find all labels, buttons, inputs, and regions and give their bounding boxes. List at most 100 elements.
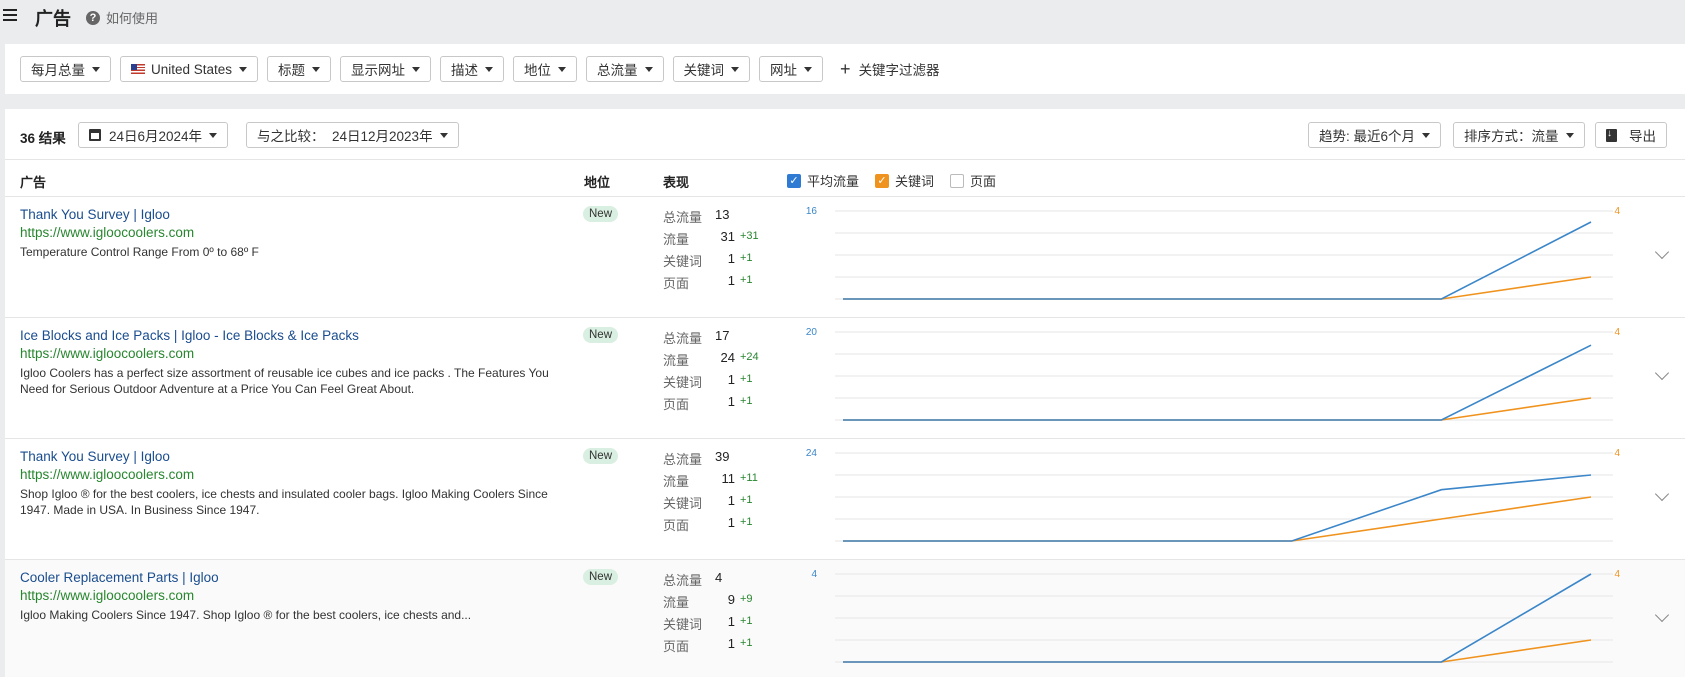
ad-url[interactable]: https://www.igloocoolers.com	[20, 346, 194, 361]
ad-description: Temperature Control Range From 0º to 68º…	[20, 245, 259, 259]
performance-stats: 总流量 4 流量 9 +9 关键词 1 +1 页面 1 +1	[663, 570, 753, 658]
filter-position[interactable]: 地位	[513, 56, 578, 82]
ad-url[interactable]: https://www.igloocoolers.com	[20, 588, 194, 603]
caret-down-icon	[731, 66, 740, 72]
col-performance: 表现	[663, 175, 690, 190]
stat-label: 关键词	[663, 617, 703, 632]
stat-value: 24	[720, 350, 735, 365]
y-axis-max-right: 4	[1614, 448, 1620, 459]
trend-dropdown[interactable]: 趋势: 最近6个月	[1308, 122, 1442, 148]
stat-delta: +24	[740, 351, 759, 363]
stat-value: 1	[727, 515, 735, 530]
ad-description: Igloo Coolers has a perfect size assortm…	[20, 366, 549, 396]
stat-label: 流量	[663, 232, 690, 247]
stat-label: 流量	[663, 595, 690, 610]
stat-label: 总流量	[663, 331, 703, 346]
series-line-traffic	[843, 474, 1592, 542]
legend-avg-traffic[interactable]: ✓ 平均流量	[787, 171, 859, 190]
y-axis-max-right: 4	[1614, 206, 1620, 217]
ad-title-link[interactable]: Cooler Replacement Parts | Igloo	[20, 570, 219, 585]
stat-value: 1	[727, 394, 735, 409]
compare-date-picker[interactable]: 与之比较： 24日12月2023年	[246, 122, 459, 148]
caret-down-icon	[239, 66, 248, 72]
stat-value: 39	[715, 449, 730, 464]
filter-country[interactable]: United States	[120, 56, 259, 82]
caret-down-icon	[485, 66, 494, 72]
top-header: 广告 ? 如何使用	[0, 0, 1685, 34]
stat-label: 关键词	[663, 254, 703, 269]
y-axis-max-left: 24	[806, 448, 818, 459]
stat-delta: +1	[740, 615, 753, 627]
caret-down-icon	[644, 66, 653, 72]
checkbox-empty-icon	[950, 173, 964, 188]
stat-label: 流量	[663, 474, 690, 489]
stat-delta: +9	[740, 593, 753, 605]
export-button[interactable]: 导出	[1595, 122, 1667, 148]
stat-value: 4	[715, 570, 723, 585]
ad-description: Shop Igloo ® for the best coolers, ice c…	[20, 487, 548, 517]
stat-value: 1	[727, 251, 735, 266]
caret-down-icon	[412, 66, 421, 72]
trend-chart: 24 4	[806, 448, 1620, 542]
stat-label: 总流量	[663, 573, 703, 588]
legend-keywords[interactable]: ✓ 关键词	[875, 171, 934, 190]
ad-title-link[interactable]: Ice Blocks and Ice Packs | Igloo - Ice B…	[20, 328, 359, 343]
stat-delta: +1	[740, 274, 753, 286]
new-badge: New	[583, 327, 619, 343]
ad-title-link[interactable]: Thank You Survey | Igloo	[20, 449, 170, 464]
stat-value: 17	[715, 328, 730, 343]
question-icon: ?	[86, 10, 100, 25]
legend-pages[interactable]: 页面	[950, 171, 996, 190]
col-ad: 广告	[20, 175, 47, 190]
export-icon	[1606, 128, 1617, 142]
chevron-down-icon[interactable]	[1654, 244, 1670, 260]
checkbox-checked-icon: ✓	[875, 173, 889, 188]
ad-row: Ice Blocks and Ice Packs | Igloo - Ice B…	[5, 318, 1685, 439]
stat-value: 13	[715, 207, 730, 222]
sort-dropdown[interactable]: 排序方式：流量	[1453, 122, 1585, 148]
stat-value: 1	[727, 614, 735, 629]
stat-label: 流量	[663, 353, 690, 368]
performance-stats: 总流量 13 流量 31 +31 关键词 1 +1 页面 1 +1	[663, 207, 759, 295]
filter-display-url[interactable]: 显示网址	[340, 56, 432, 82]
stat-delta: +11	[740, 472, 758, 484]
help-link[interactable]: ? 如何使用	[86, 8, 158, 27]
stat-value: 1	[727, 636, 735, 651]
stat-delta: +1	[740, 252, 753, 264]
stat-label: 关键词	[663, 496, 703, 511]
results-toolbar: 36 结果 24日6月2024年 与之比较： 24日12月2023年 趋势: 最…	[5, 109, 1685, 160]
stat-label: 页面	[663, 397, 690, 412]
filter-description[interactable]: 描述	[440, 56, 505, 82]
results-panel: 36 结果 24日6月2024年 与之比较： 24日12月2023年 趋势: 最…	[5, 109, 1685, 677]
ad-row: Thank You Survey | Igloo https://www.igl…	[5, 439, 1685, 560]
trend-chart: 16 4	[806, 206, 1620, 300]
chevron-down-icon[interactable]	[1654, 365, 1670, 381]
caret-down-icon	[558, 66, 567, 72]
keyword-filter-button[interactable]: + 关键字过滤器	[840, 59, 940, 79]
performance-stats: 总流量 17 流量 24 +24 关键词 1 +1 页面 1 +1	[663, 328, 759, 416]
ad-title-link[interactable]: Thank You Survey | Igloo	[20, 207, 170, 222]
stat-delta: +1	[740, 494, 753, 506]
chevron-down-icon[interactable]	[1654, 607, 1670, 623]
series-line-keywords	[843, 639, 1592, 663]
filter-keywords[interactable]: 关键词	[672, 56, 751, 82]
date-picker[interactable]: 24日6月2024年	[78, 122, 229, 148]
stat-delta: +31	[740, 230, 759, 242]
page-title: 广告	[35, 9, 71, 29]
stat-value: 9	[727, 592, 735, 607]
menu-icon[interactable]	[3, 9, 17, 21]
caret-down-icon	[312, 66, 321, 72]
filter-title[interactable]: 标题	[267, 56, 332, 82]
filter-url[interactable]: 网址	[759, 56, 824, 82]
caret-down-icon	[209, 132, 218, 138]
trend-chart: 4 4	[811, 569, 1620, 663]
new-badge: New	[583, 206, 619, 222]
ad-row: Thank You Survey | Igloo https://www.igl…	[5, 197, 1685, 318]
stat-delta: +1	[740, 395, 753, 407]
ad-url[interactable]: https://www.igloocoolers.com	[20, 225, 194, 240]
filter-monthly-volume[interactable]: 每月总量	[20, 56, 111, 82]
calendar-icon	[89, 129, 101, 141]
ad-url[interactable]: https://www.igloocoolers.com	[20, 467, 194, 482]
chevron-down-icon[interactable]	[1654, 486, 1670, 502]
filter-total-traffic[interactable]: 总流量	[586, 56, 664, 82]
